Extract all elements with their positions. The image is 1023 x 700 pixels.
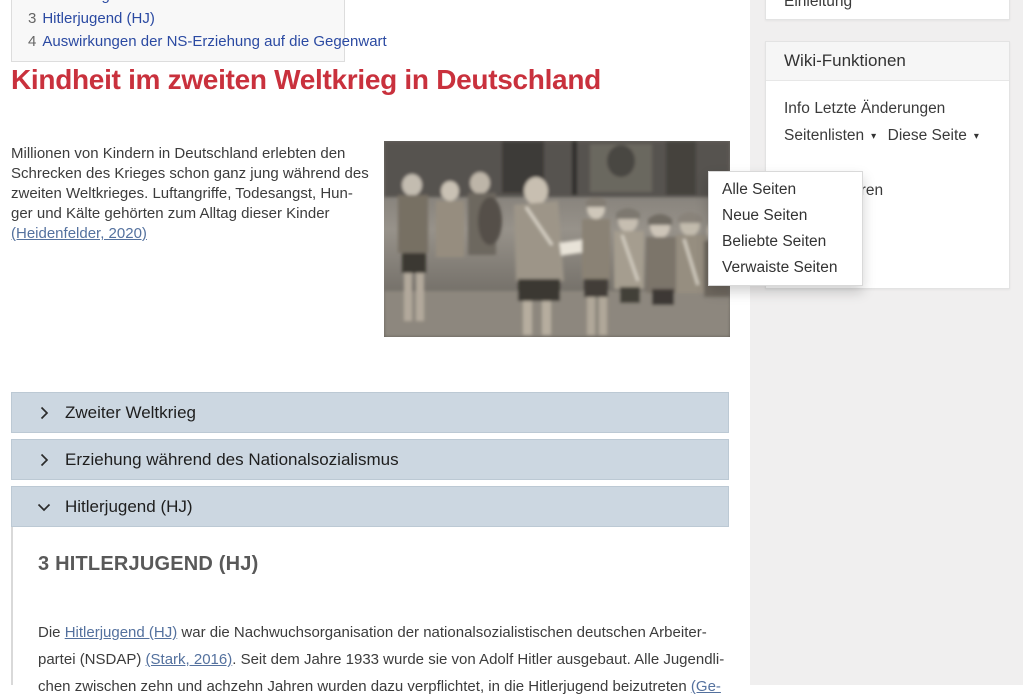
sidebar-item-seitenlisten[interactable]: Seitenlisten▾ bbox=[784, 127, 876, 144]
sidebar-item-einleitung[interactable]: Einleitung bbox=[784, 0, 852, 11]
accordion-header-zweiter-weltkrieg[interactable]: Zweiter Weltkrieg bbox=[11, 392, 729, 433]
toc-item: 3 Hitlerjugend (HJ) bbox=[28, 7, 328, 30]
citation-link[interactable]: Hitlerjugend (HJ) bbox=[65, 624, 178, 641]
chevron-right-icon bbox=[36, 405, 52, 421]
caret-down-icon: ▾ bbox=[871, 123, 876, 150]
citation-link[interactable]: (Ge- bbox=[691, 678, 721, 695]
citation-link[interactable]: (Heidenfelder, 2020) bbox=[11, 225, 147, 242]
accordion-header-erziehung[interactable]: Erziehung während des Nationalsozialismu… bbox=[11, 439, 729, 480]
menu-item-alle-seiten[interactable]: Alle Seiten bbox=[709, 177, 862, 203]
hitlerjugend-photo[interactable] bbox=[384, 141, 730, 337]
sidebar-item-diese-seite[interactable]: Diese Seite▾ bbox=[888, 127, 979, 144]
table-of-contents: 2 Erziehung während des Nationalsozialism… bbox=[11, 0, 345, 62]
toc-item: 2Erziehung während des Nationalsozialism… bbox=[28, 0, 328, 7]
accordion-header-hitlerjugend[interactable]: Hitlerjugend (HJ) bbox=[11, 486, 729, 527]
accordion-label: Zweiter Weltkrieg bbox=[65, 403, 196, 423]
seitenlisten-dropdown-menu: Alle Seiten Neue Seiten Beliebte Seiten … bbox=[708, 171, 863, 286]
sidebar-item-letzte-aenderungen[interactable]: Letzte Änderungen bbox=[814, 100, 945, 117]
toc-link-hitlerjugend[interactable]: Hitlerjugend (HJ) bbox=[42, 10, 155, 27]
menu-item-verwaiste-seiten[interactable]: Verwaiste Seiten bbox=[709, 255, 862, 281]
menu-item-neue-seiten[interactable]: Neue Seiten bbox=[709, 203, 862, 229]
toc-link-erziehung[interactable]: Erziehung während des Nationalsozialismu… bbox=[42, 0, 336, 4]
sidebar-item-label: Seitenlisten bbox=[784, 127, 864, 144]
chevron-right-icon bbox=[36, 452, 52, 468]
accordion-label: Erziehung während des Nationalsozialismu… bbox=[65, 450, 399, 470]
accordion-label: Hitlerjugend (HJ) bbox=[65, 497, 193, 517]
section-paragraph: Die Hitlerjugend (HJ) war die Nachwuchso… bbox=[38, 619, 724, 700]
wiki-functions-title: Wiki-Funktionen bbox=[766, 42, 1009, 81]
toc-item-number: 3 bbox=[28, 10, 36, 27]
toc-item: 4Auswirkungen der NS-Erziehung auf die G… bbox=[28, 30, 328, 53]
intro-paragraph: Millionen von Kindern in Deutschland erl… bbox=[11, 144, 369, 244]
photo-illustration bbox=[384, 141, 730, 337]
page-title: Kindheit im zweiten Weltkrieg in Deutsch… bbox=[11, 64, 601, 96]
toc-item-number: 4 bbox=[28, 33, 36, 50]
chevron-down-icon bbox=[36, 499, 52, 515]
wiki-page: { "colors": { "accent_red": "#c9313d", "… bbox=[0, 0, 1023, 685]
sidebar-item-label: Diese Seite bbox=[888, 127, 967, 144]
section-heading: 3 HITLERJUGEND (HJ) bbox=[38, 553, 259, 576]
citation-link[interactable]: (Stark, 2016) bbox=[146, 651, 233, 668]
menu-item-beliebte-seiten[interactable]: Beliebte Seiten bbox=[709, 229, 862, 255]
sidebar-navigation-box: Einleitung bbox=[765, 0, 1010, 20]
caret-down-icon: ▾ bbox=[974, 123, 979, 150]
toc-link-auswirkungen[interactable]: Auswirkungen der NS-Erziehung auf die Ge… bbox=[42, 33, 386, 50]
accordion-panel-hitlerjugend: 3 HITLERJUGEND (HJ) Die Hitlerjugend (HJ… bbox=[11, 527, 729, 685]
toc-item-number: 2 bbox=[28, 0, 36, 4]
sidebar-item-info[interactable]: Info bbox=[784, 100, 810, 117]
